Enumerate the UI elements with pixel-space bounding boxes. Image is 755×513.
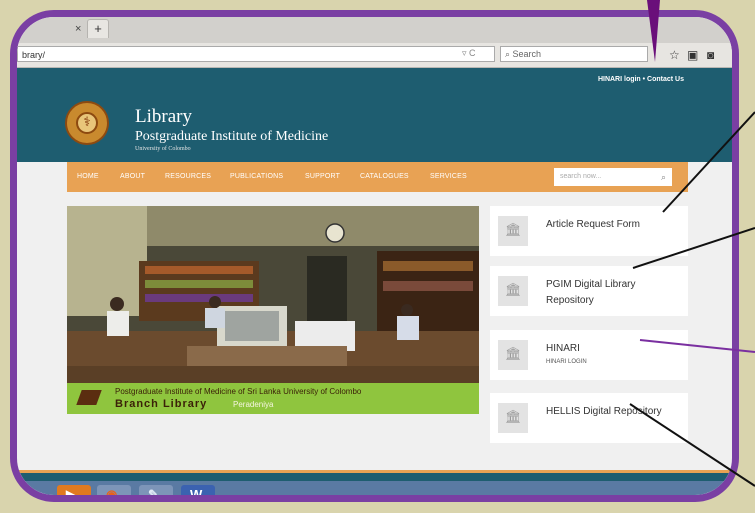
menu-item-catalogues[interactable]: CATALOGUES [360, 173, 409, 180]
card-hinari[interactable]: 🏛︎ HINARI HINARI LOGIN [490, 330, 688, 380]
screenshot-frame: × + brary/ ▿ C ⌕ Search ☆ ▣ ◙ HINARI log… [10, 10, 739, 502]
firefox-icon[interactable]: ◉ [97, 485, 131, 495]
card-pgim-repository[interactable]: 🏛︎ PGIM Digital Library Repository [490, 266, 688, 316]
caption-place: Peradeniya [233, 400, 274, 409]
library-icon[interactable]: ▣ [687, 48, 698, 62]
menu-item-services[interactable]: SERVICES [430, 173, 467, 180]
menu-item-about[interactable]: ABOUT [120, 173, 145, 180]
menu-item-support[interactable]: SUPPORT [305, 173, 340, 180]
media-player-icon[interactable]: ▶ [57, 485, 91, 495]
paint-icon[interactable]: ✎ [139, 485, 173, 495]
building-icon: 🏛︎ [498, 276, 528, 306]
institute-logo[interactable]: ⚕ [65, 101, 109, 145]
building-icon: 🏛︎ [498, 340, 528, 370]
site-subtitle: Postgraduate Institute of Medicine [135, 129, 329, 144]
reload-icon[interactable]: ▿ C [462, 48, 476, 59]
browser-tab-bar: × + [17, 17, 732, 43]
building-icon: 🏛︎ [498, 216, 528, 246]
book-icon [76, 390, 102, 405]
menu-item-publications[interactable]: PUBLICATIONS [230, 173, 283, 180]
card-title: HINARI [546, 343, 580, 354]
top-links[interactable]: HINARI login • Contact Us [598, 76, 684, 83]
menu-item-resources[interactable]: RESOURCES [165, 173, 211, 180]
card-title: PGIM Digital Library Repository [546, 279, 636, 306]
card-title: Article Request Form [546, 219, 640, 230]
caption-branch: Branch Library [115, 398, 208, 410]
new-tab-button[interactable]: + [87, 19, 109, 38]
windows-taskbar: ▶ ◉ ✎ W [17, 481, 732, 495]
address-bar[interactable]: brary/ [17, 46, 495, 62]
card-title: HELLIS Digital Repository [546, 406, 662, 417]
browser-search-placeholder: Search [512, 49, 542, 59]
search-icon[interactable]: ⌕ [661, 168, 666, 186]
banner-caption: Postgraduate Institute of Medicine of Sr… [67, 383, 479, 414]
bookmark-star-icon[interactable]: ☆ [669, 48, 680, 62]
pocket-icon[interactable]: ◙ [707, 48, 714, 62]
browser-nav-bar: brary/ ▿ C ⌕ Search ☆ ▣ ◙ [17, 43, 732, 68]
site-footer [17, 470, 732, 481]
site-search-placeholder: search now... [560, 173, 602, 180]
word-icon[interactable]: W [181, 485, 215, 495]
browser-search-input[interactable]: ⌕ Search [500, 46, 648, 62]
site-title: Library [135, 106, 192, 127]
university-name: University of Colombo [135, 146, 191, 152]
caption-institute: Postgraduate Institute of Medicine of Sr… [115, 387, 362, 396]
search-icon: ⌕ [505, 49, 513, 59]
caduceus-icon: ⚕ [76, 112, 98, 134]
close-tab-icon[interactable]: × [75, 23, 81, 35]
site-header: HINARI login • Contact Us ⚕ Library Post… [17, 68, 732, 162]
card-article-request[interactable]: 🏛︎ Article Request Form [490, 206, 688, 256]
library-photo [67, 206, 479, 383]
card-hellis-repository[interactable]: 🏛︎ HELLIS Digital Repository [490, 393, 688, 443]
site-search-input[interactable]: search now... ⌕ [554, 168, 672, 186]
card-subtitle[interactable]: HINARI LOGIN [546, 359, 587, 365]
library-photo-banner[interactable]: Postgraduate Institute of Medicine of Sr… [67, 206, 479, 414]
building-icon: 🏛︎ [498, 403, 528, 433]
main-menu: HOME ABOUT RESOURCES PUBLICATIONS SUPPOR… [67, 162, 688, 192]
menu-item-home[interactable]: HOME [77, 173, 99, 180]
